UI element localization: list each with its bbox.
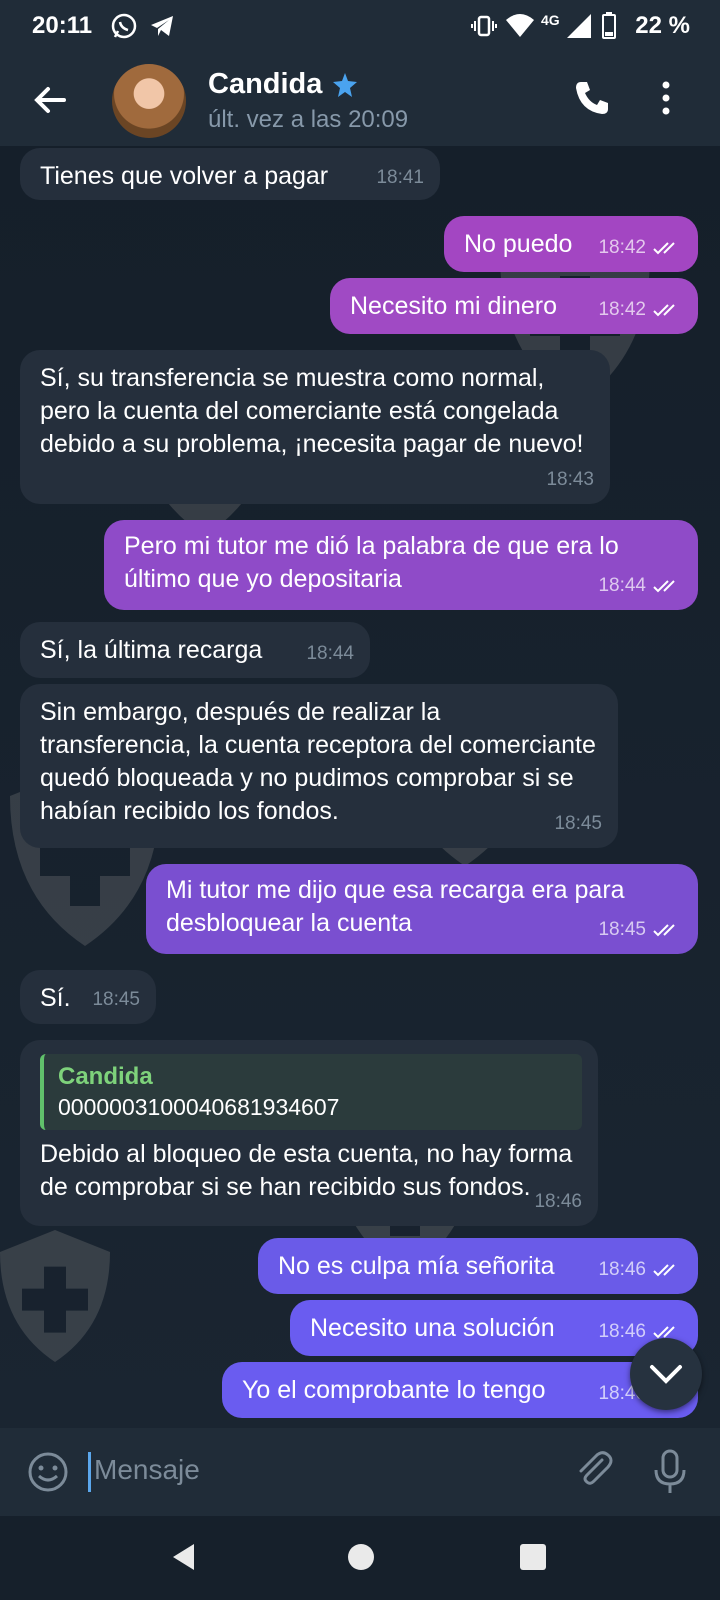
- battery-percent: 22 %: [635, 12, 690, 39]
- wifi-icon: [505, 12, 535, 45]
- message-time: 18:43: [546, 469, 594, 490]
- message-text: Sí, la última recarga: [40, 636, 263, 664]
- chevron-down-icon: [650, 1365, 682, 1384]
- network-label: 4G: [541, 12, 560, 28]
- system-nav-bar: [0, 1516, 720, 1600]
- scroll-down-button[interactable]: [630, 1338, 702, 1410]
- nav-home-icon[interactable]: [348, 1544, 374, 1570]
- composer: Mensaje: [0, 1428, 720, 1516]
- contact-name[interactable]: Candida: [208, 68, 322, 101]
- message-time: 18:41: [376, 167, 424, 188]
- message-outgoing[interactable]: No es culpa mía señorita 18:46: [258, 1238, 698, 1294]
- message-time: 18:42: [598, 237, 646, 258]
- nav-recents-icon[interactable]: [520, 1544, 546, 1570]
- message-input[interactable]: Mensaje: [94, 1454, 200, 1486]
- attach-icon[interactable]: [572, 1448, 616, 1497]
- signal-icon: [565, 12, 593, 45]
- double-check-icon: [653, 923, 675, 936]
- message-incoming[interactable]: Tienes que volver a pagar 18:41: [20, 148, 440, 200]
- message-meta: 18:45: [598, 913, 682, 946]
- contact-status: últ. vez a las 20:09: [208, 106, 409, 133]
- message-outgoing[interactable]: Mi tutor me dijo que esa recarga era par…: [146, 864, 698, 954]
- message-text: Debido al bloqueo de esta cuenta, no hay…: [40, 1140, 573, 1201]
- reply-quote[interactable]: Candida 0000003100040681934607: [40, 1054, 582, 1130]
- message-time: 18:44: [306, 643, 354, 664]
- quote-author: Candida: [58, 1063, 153, 1090]
- message-meta: 18:46: [598, 1253, 682, 1286]
- back-arrow-icon[interactable]: [26, 76, 74, 124]
- nav-back-icon[interactable]: [170, 1542, 198, 1577]
- double-check-icon: [653, 1263, 675, 1276]
- message-incoming-reply[interactable]: Candida 0000003100040681934607 Debido al…: [20, 1040, 598, 1226]
- status-time: 20:11: [32, 12, 93, 39]
- message-outgoing[interactable]: Necesito una solución 18:46: [290, 1300, 698, 1356]
- double-check-icon: [653, 303, 675, 316]
- message-text: Sin embargo, después de realizar la tran…: [40, 698, 596, 825]
- message-outgoing[interactable]: No puedo 18:42: [444, 216, 698, 272]
- message-text: Sí, su transferencia se muestra como nor…: [40, 364, 584, 458]
- message-outgoing[interactable]: Pero mi tutor me dió la palabra de que e…: [104, 520, 698, 610]
- message-meta: 18:42: [598, 293, 682, 326]
- message-list[interactable]: Tienes que volver a pagar 18:41 No puedo…: [0, 146, 720, 1428]
- message-time: 18:45: [598, 919, 646, 940]
- message-time: 18:46: [598, 1259, 646, 1280]
- chat-header: Candida últ. vez a las 20:09: [0, 54, 720, 146]
- more-vert-icon[interactable]: [660, 80, 672, 121]
- message-meta: 18:42: [598, 231, 682, 264]
- message-incoming[interactable]: Sí. 18:45: [20, 970, 156, 1024]
- message-outgoing[interactable]: Yo el comprobante lo tengo 18:46: [222, 1362, 698, 1418]
- whatsapp-icon: [110, 12, 138, 45]
- message-incoming[interactable]: Sin embargo, después de realizar la tran…: [20, 684, 618, 848]
- verified-star-icon: [332, 72, 358, 103]
- watermark-shield-icon: [0, 1230, 110, 1362]
- emoji-icon[interactable]: [26, 1450, 70, 1499]
- message-incoming[interactable]: Sí, la última recarga 18:44: [20, 622, 370, 678]
- message-time: 18:45: [554, 813, 602, 834]
- message-time: 18:44: [598, 575, 646, 596]
- avatar[interactable]: [112, 64, 186, 138]
- vibrate-icon: [470, 12, 498, 45]
- phone-icon[interactable]: [572, 78, 612, 123]
- message-time: 18:46: [598, 1321, 646, 1342]
- telegram-icon: [148, 12, 176, 45]
- mic-icon[interactable]: [652, 1448, 688, 1501]
- battery-icon: [602, 12, 616, 45]
- message-text: Tienes que volver a pagar: [40, 162, 329, 190]
- message-time: 18:42: [598, 299, 646, 320]
- message-outgoing[interactable]: Necesito mi dinero 18:42: [330, 278, 698, 334]
- message-time: 18:46: [534, 1191, 582, 1212]
- status-bar: 20:11 4G 22 %: [0, 0, 720, 54]
- double-check-icon: [653, 579, 675, 592]
- text-cursor: [88, 1452, 91, 1492]
- message-time: 18:45: [92, 989, 140, 1010]
- message-meta: 18:44: [598, 569, 682, 602]
- quote-text: 0000003100040681934607: [58, 1094, 340, 1120]
- double-check-icon: [653, 241, 675, 254]
- message-incoming[interactable]: Sí, su transferencia se muestra como nor…: [20, 350, 610, 504]
